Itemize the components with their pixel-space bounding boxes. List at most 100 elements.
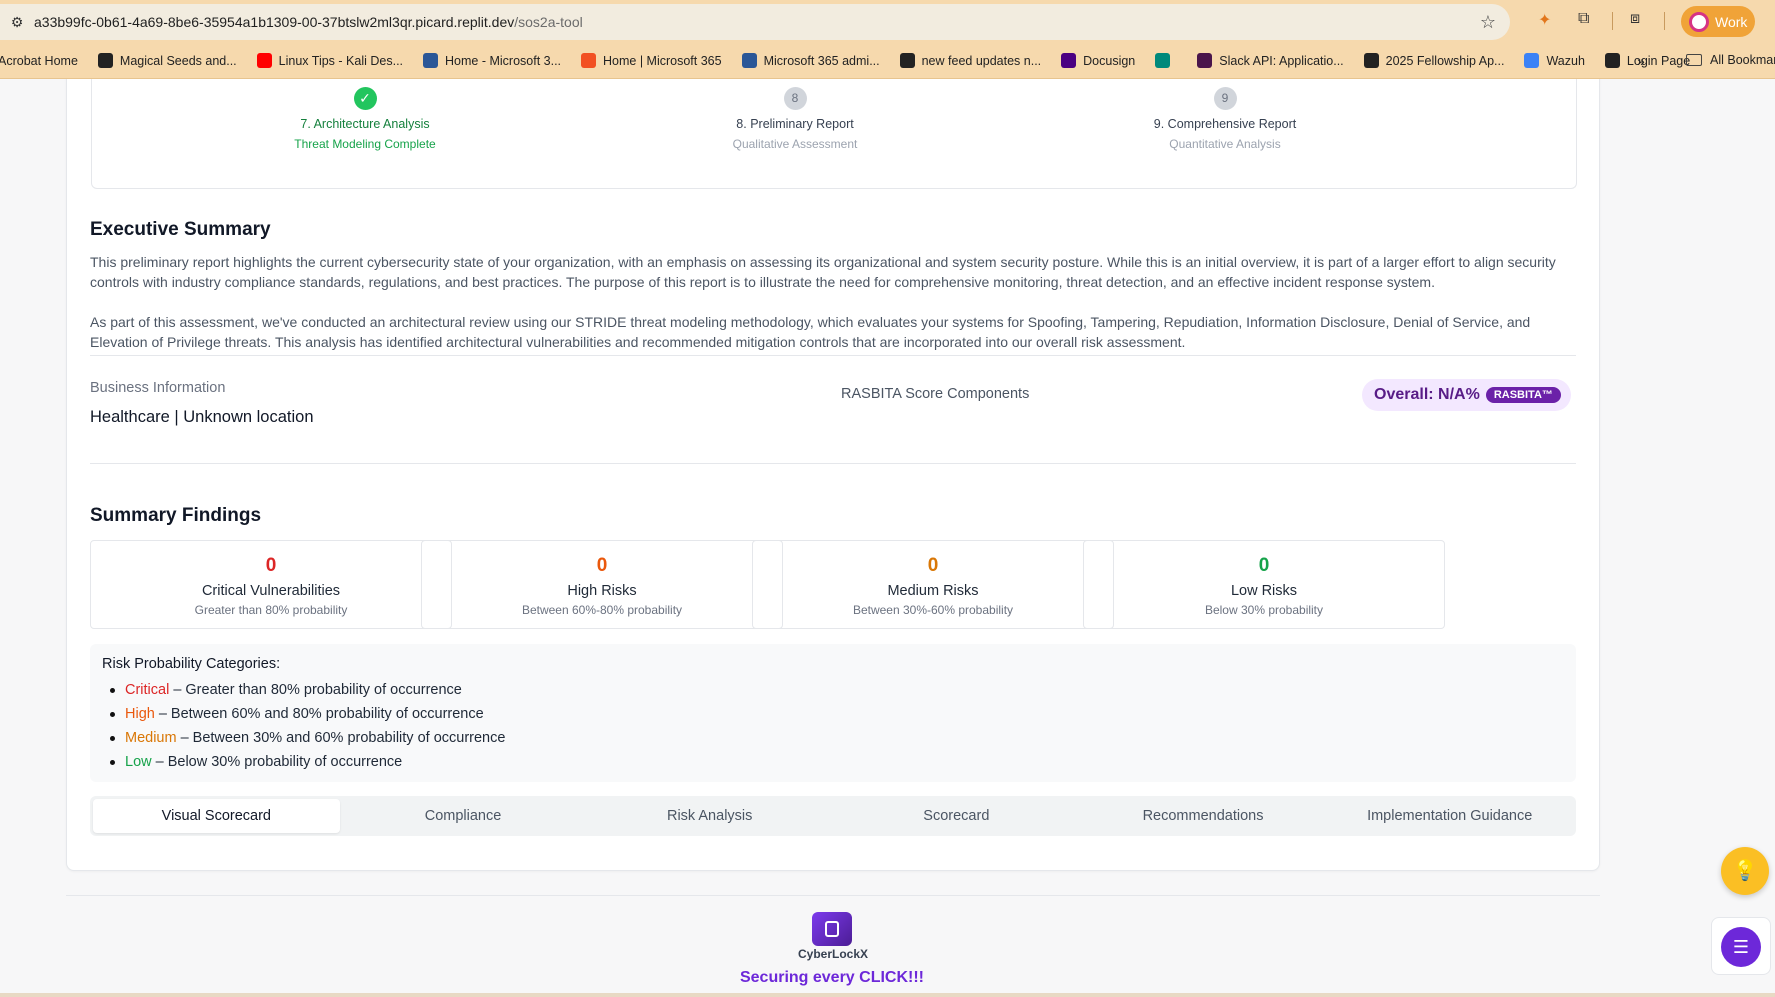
summary-findings-title: Summary Findings (90, 505, 262, 526)
bookmark-item[interactable]: Home - Microsoft 3... (423, 53, 561, 68)
github-icon (899, 53, 915, 68)
finding-card: 0 Medium Risks Between 30%-60% probability (752, 540, 1114, 629)
risk-level-name: High (125, 706, 155, 722)
risk-level-description: – Between 60% and 80% probability of occ… (158, 706, 484, 722)
site-info-icon[interactable]: ⚙ (0, 14, 34, 31)
microsoft-icon (581, 53, 597, 68)
report-card: Cybersecurity Governance Maturity✓7. Arc… (66, 79, 1600, 871)
toolbar-divider (1612, 12, 1613, 30)
bookmark-label: Home | Microsoft 365 (603, 53, 722, 68)
all-bookmarks-label: All Bookmar (1710, 53, 1775, 67)
report-tabs: Visual Scorecard Compliance Risk Analysis S… (90, 796, 1576, 836)
address-bar[interactable]: ⚙ a33b99fc-0b61-4a69-8be6-35954a1b1309-0… (0, 4, 1510, 40)
search-tabs-icon[interactable]: ⧈ (1630, 10, 1640, 28)
finding-label: High Risks (567, 583, 637, 599)
folder-icon (1686, 54, 1702, 66)
tab-scorecard[interactable]: Scorecard (833, 799, 1080, 833)
ms-admin-icon (423, 53, 439, 68)
profile-avatar-icon (1689, 11, 1709, 32)
lock-icon (825, 921, 839, 937)
url-host: a33b99fc-0b61-4a69-8be6-35954a1b1309-00-… (34, 14, 515, 30)
risk-level-name: Critical (125, 682, 170, 698)
slack-icon (1197, 53, 1213, 68)
rasbita-badge: RASBITA™ (1485, 387, 1561, 403)
overall-score: Overall: N/A% (1374, 386, 1480, 403)
meet-icon (1155, 53, 1171, 68)
chat-widget-container: ☰ (1711, 917, 1771, 975)
page-content: Cybersecurity Governance Maturity✓7. Arc… (0, 79, 1775, 997)
extensions-puzzle-icon[interactable]: ⧉ (1578, 10, 1589, 28)
bookmark-item[interactable]: Acrobat Home (0, 54, 78, 68)
step-title: 8. Preliminary Report (736, 117, 854, 131)
finding-card: 0 Low Risks Below 30% probability (1083, 540, 1445, 629)
business-info-value: Healthcare | Unknown location (90, 408, 314, 426)
risk-categories-heading: Risk Probability Categories: (102, 656, 281, 672)
bookmark-item[interactable]: Linux Tips - Kali Des... (256, 53, 404, 68)
bookmark-item[interactable]: Magical Seeds and... (97, 53, 237, 68)
risk-category-item: Medium – Between 30% and 60% probability … (110, 726, 1564, 750)
url-path: /sos2a-tool (514, 14, 583, 30)
brand-tagline: Securing every CLICK!!! (739, 969, 925, 986)
bookmark-star-icon[interactable]: ☆ (1480, 12, 1496, 33)
step-subtitle: Quantitative Analysis (1169, 137, 1281, 151)
profile-label: Work (1715, 13, 1748, 30)
finding-description: Greater than 80% probability (194, 603, 348, 617)
finding-count: 0 (1258, 555, 1270, 576)
bookmark-label: Home - Microsoft 3... (445, 53, 562, 68)
finding-card: 0 High Risks Between 60%-80% probability (421, 540, 783, 629)
bookmark-label: Magical Seeds and... (119, 53, 237, 68)
more-bookmarks-chevron-icon[interactable]: » (1637, 53, 1645, 69)
menu-icon-button[interactable]: ☰ (1721, 927, 1761, 967)
tab-implementation-guidance[interactable]: Implementation Guidance (1326, 799, 1573, 833)
tab-recommendations[interactable]: Recommendations (1080, 799, 1327, 833)
bookmark-label: Docusign (1083, 53, 1136, 68)
step-number-badge: 9 (1213, 87, 1237, 110)
tab-visual-scorecard[interactable]: Visual Scorecard (93, 799, 340, 833)
step-number-badge: 8 (783, 87, 807, 110)
bookmark-item[interactable]: Slack API: Applicatio... (1197, 53, 1344, 68)
metamask-extension-icon[interactable]: ✦ (1538, 10, 1551, 30)
profile-button[interactable]: Work (1681, 6, 1755, 37)
bookmark-label: Slack API: Applicatio... (1219, 53, 1344, 68)
bookmark-item[interactable] (1155, 53, 1177, 68)
divider (90, 355, 1576, 356)
bookmark-item[interactable]: Wazuh (1524, 53, 1585, 68)
progress-step: 8 8. Preliminary Report Qualitative Assess… (645, 87, 945, 151)
lightbulb-help-button[interactable]: 💡 (1721, 847, 1769, 895)
bookmarks-bar: Acrobat Home Magical Seeds and... Linux Ti… (0, 43, 1775, 79)
url-text[interactable]: a33b99fc-0b61-4a69-8be6-35954a1b1309-00-… (34, 14, 583, 30)
docusign-icon (1061, 53, 1077, 68)
seeds-icon (97, 53, 113, 68)
risk-level-description: – Greater than 80% probability of occurr… (173, 682, 462, 698)
overall-score-pill: Overall: N/A% RASBITA™ (1362, 379, 1571, 411)
all-bookmarks-button[interactable]: All Bookmar (1686, 53, 1775, 67)
executive-summary-title: Executive Summary (90, 219, 271, 240)
finding-description: Below 30% probability (1204, 603, 1324, 617)
finding-count: 0 (596, 555, 608, 576)
divider (90, 463, 1576, 464)
step-subtitle: Qualitative Assessment (732, 137, 858, 151)
bitcoin-icon (1363, 53, 1379, 68)
cyberlockx-logo (812, 912, 852, 946)
bookmark-label: Microsoft 365 admi... (763, 53, 880, 68)
bookmark-item[interactable]: Microsoft 365 admi... (741, 53, 880, 68)
bookmark-item[interactable]: Login Page (1604, 53, 1690, 68)
bookmark-label: Acrobat Home (0, 53, 78, 68)
bookmark-item[interactable]: Docusign (1061, 53, 1135, 68)
wazuh-icon (1524, 53, 1540, 68)
bookmark-label: Linux Tips - Kali Des... (278, 53, 404, 68)
bookmark-item[interactable]: new feed updates n... (899, 53, 1041, 68)
progress-steps: Cybersecurity Governance Maturity✓7. Arc… (91, 79, 1577, 189)
browser-toolbar: ⚙ a33b99fc-0b61-4a69-8be6-35954a1b1309-0… (0, 0, 1775, 43)
risk-level-name: Medium (125, 730, 177, 746)
bookmark-item[interactable]: Home | Microsoft 365 (581, 53, 722, 68)
globe-icon (1604, 53, 1620, 68)
risk-categories-box: Risk Probability Categories: Critical – G… (90, 644, 1576, 782)
youtube-icon (256, 53, 272, 68)
finding-label: Medium Risks (887, 583, 979, 599)
progress-step: 9 9. Comprehensive Report Quantitative Ana… (1075, 87, 1375, 151)
bookmark-item[interactable]: 2025 Fellowship Ap... (1363, 53, 1504, 68)
tab-compliance[interactable]: Compliance (340, 799, 587, 833)
tab-risk-analysis[interactable]: Risk Analysis (586, 799, 833, 833)
risk-category-item: Low – Below 30% probability of occurrence (110, 750, 1564, 774)
